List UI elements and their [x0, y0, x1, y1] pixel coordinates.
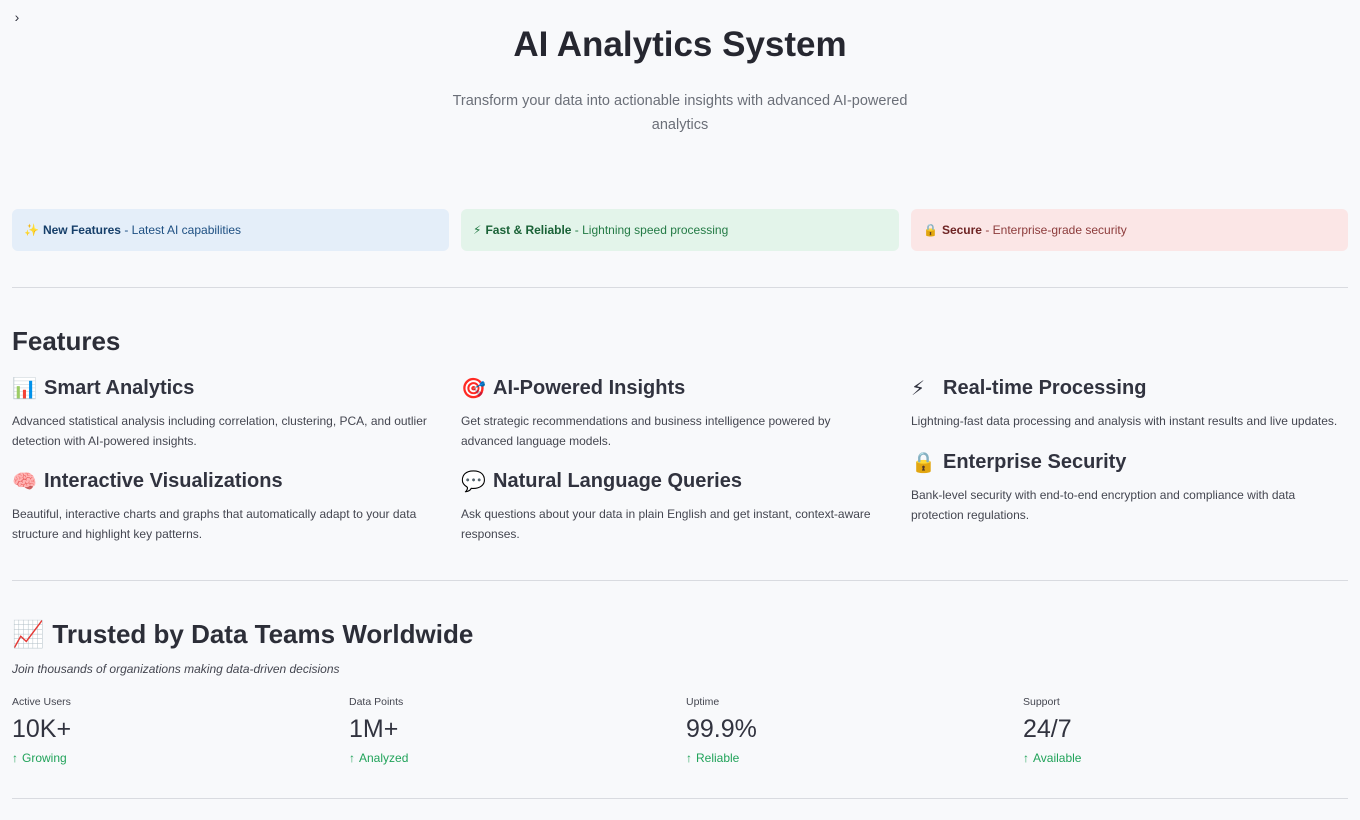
metric-uptime: Uptime 99.9% ↑ Reliable [686, 695, 1006, 766]
feature-title: Real-time Processing [943, 376, 1147, 399]
feature-description: Ask questions about your data in plain E… [461, 507, 871, 541]
banner-text: - Enterprise-grade security [981, 223, 1127, 237]
feature-description: Bank-level security with end-to-end encr… [911, 488, 1296, 522]
metric-delta: ↑ Analyzed [349, 750, 669, 766]
trusted-caption: Join thousands of organizations making d… [12, 662, 340, 676]
speech-bubble-icon: 💬 [461, 470, 486, 493]
metric-delta-text: Growing [22, 751, 67, 765]
metric-label: Support [1023, 696, 1060, 708]
metric-delta-text: Available [1033, 751, 1082, 765]
feature-title: AI-Powered Insights [493, 376, 686, 399]
feature-interactive-visualizations: 🧠 Interactive Visualizations Beautiful, i… [12, 467, 452, 544]
banner-secure: 🔒 Secure - Enterprise-grade security [911, 209, 1348, 251]
metric-label: Active Users [12, 696, 71, 708]
banner-text: - Lightning speed processing [571, 223, 729, 237]
feature-enterprise-security: 🔒 Enterprise Security Bank-level security… [911, 448, 1341, 525]
metric-label: Data Points [349, 696, 404, 708]
feature-smart-analytics: 📊 Smart Analytics Advanced statistical an… [12, 374, 452, 451]
banner-title: Secure [941, 223, 982, 237]
divider [12, 798, 1348, 799]
page-subtitle: Transform your data into actionable insi… [452, 93, 908, 133]
metric-value: 99.9% [686, 715, 757, 743]
banner-title: Fast & Reliable [485, 223, 572, 237]
page: › AI Analytics System Transform your dat… [0, 0, 1360, 820]
arrow-up-icon: ↑ [349, 751, 355, 765]
banner-fast-reliable: ⚡ Fast & Reliable - Lightning speed proce… [461, 209, 899, 251]
brain-icon: 🧠 [12, 470, 37, 493]
feature-description: Advanced statistical analysis including … [12, 414, 427, 448]
metric-active-users: Active Users 10K+ ↑ Growing [12, 695, 332, 766]
trusted-title-text: Trusted by Data Teams Worldwide [52, 618, 474, 649]
feature-natural-language-queries: 💬 Natural Language Queries Ask questions … [461, 467, 881, 544]
features-heading: Features [12, 326, 121, 356]
banner-text: - Latest AI capabilities [120, 223, 242, 237]
feature-description: Beautiful, interactive charts and graphs… [12, 507, 417, 541]
lightning-icon: ⚡ [473, 223, 482, 237]
banner-title: New Features [42, 223, 121, 237]
feature-description: Lightning-fast data processing and analy… [911, 414, 1338, 428]
metric-delta-text: Reliable [696, 751, 740, 765]
metric-delta-text: Analyzed [359, 751, 409, 765]
metric-support: Support 24/7 ↑ Available [1023, 695, 1343, 766]
lightning-icon: ⚡ [911, 377, 926, 400]
feature-ai-powered-insights: 🎯 AI-Powered Insights Get strategic recom… [461, 374, 881, 451]
sparkles-icon: ✨ [24, 223, 39, 237]
feature-title: Enterprise Security [943, 450, 1127, 473]
arrow-up-icon: ↑ [1023, 751, 1029, 765]
metric-value: 10K+ [12, 715, 72, 743]
divider [12, 287, 1348, 288]
metric-value: 24/7 [1023, 715, 1072, 743]
feature-title: Interactive Visualizations [44, 469, 283, 492]
page-title: AI Analytics System [513, 25, 847, 64]
banner-new-features: ✨ New Features - Latest AI capabilities [12, 209, 449, 251]
metric-delta: ↑ Reliable [686, 750, 1006, 766]
feature-real-time-processing: ⚡ Real-time Processing Lightning-fast dat… [911, 374, 1341, 432]
target-icon: 🎯 [461, 377, 486, 400]
feature-description: Get strategic recommendations and busine… [461, 414, 831, 448]
feature-title: Smart Analytics [44, 376, 195, 399]
lock-icon: 🔒 [923, 223, 938, 237]
bar-chart-icon: 📊 [12, 377, 37, 400]
metric-data-points: Data Points 1M+ ↑ Analyzed [349, 695, 669, 766]
lock-icon: 🔒 [911, 451, 936, 474]
metric-delta: ↑ Available [1023, 750, 1343, 766]
chart-increasing-icon: 📈 [12, 618, 45, 649]
divider [12, 580, 1348, 581]
trusted-heading: 📈 Trusted by Data Teams Worldwide [12, 616, 473, 652]
arrow-up-icon: ↑ [686, 751, 692, 765]
metric-delta: ↑ Growing [12, 750, 332, 766]
arrow-up-icon: ↑ [12, 751, 18, 765]
metric-value: 1M+ [349, 715, 399, 743]
feature-title: Natural Language Queries [493, 469, 742, 492]
metric-label: Uptime [686, 696, 720, 708]
info-banners: ✨ New Features - Latest AI capabilities ⚡… [12, 209, 1348, 251]
